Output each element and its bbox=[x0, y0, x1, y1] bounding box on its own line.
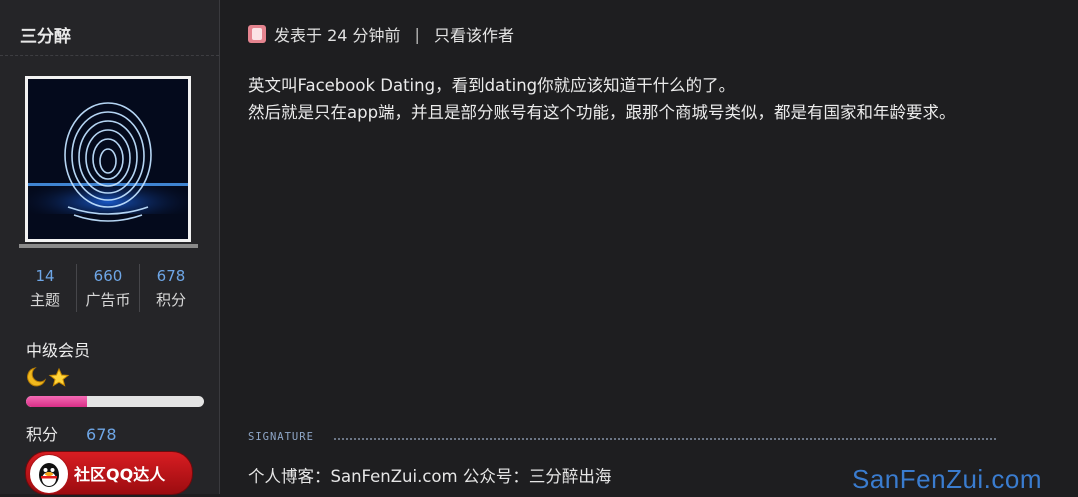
fingerprint-icon bbox=[28, 79, 188, 239]
level-progress-fill bbox=[26, 396, 87, 407]
level-progress-bar bbox=[26, 396, 204, 407]
avatar-underline bbox=[19, 244, 198, 248]
moon-icon bbox=[27, 367, 47, 387]
post-line: 然后就是只在app端，并且是部分账号有这个功能，跟那个商城号类似，都是有国家和年… bbox=[248, 103, 956, 122]
stat-label: 主题 bbox=[29, 291, 60, 309]
user-rank[interactable]: 中级会员 bbox=[26, 337, 90, 361]
stat-topics[interactable]: 14 主题 bbox=[14, 264, 76, 312]
signature-label: SIGNATURE bbox=[248, 431, 314, 443]
star-icon bbox=[48, 367, 70, 387]
signature-divider bbox=[334, 438, 996, 440]
post-header: 发表于 24 分钟前 | 只看该作者 bbox=[248, 22, 514, 46]
stat-value: 660 bbox=[93, 267, 123, 285]
stat-label: 积分 bbox=[155, 291, 186, 309]
points-label: 积分 bbox=[26, 425, 59, 444]
user-sidebar: 三分醉 14 主题 660 广告币 678 积分 中级会员 积分 678 社区Q… bbox=[0, 0, 220, 495]
post-content: 英文叫Facebook Dating，看到dating你就应该知道干什么的了。 … bbox=[248, 72, 956, 126]
username-link[interactable]: 三分醉 bbox=[20, 22, 71, 47]
signature-text: 个人博客：SanFenZui.com 公众号：三分醉出海 bbox=[248, 467, 612, 486]
points-value: 678 bbox=[86, 425, 117, 444]
rank-badges bbox=[25, 366, 73, 388]
stat-label: 广告币 bbox=[85, 291, 131, 309]
user-stats: 14 主题 660 广告币 678 积分 bbox=[14, 264, 202, 312]
post-time: 发表于 24 分钟前 bbox=[274, 26, 401, 45]
divider bbox=[0, 55, 219, 56]
header-separator: | bbox=[414, 24, 420, 44]
points-row: 积分 678 bbox=[26, 421, 117, 445]
qq-button-label: 社区QQ达人 bbox=[74, 465, 166, 484]
only-author-link[interactable]: 只看该作者 bbox=[434, 22, 514, 46]
qq-expert-button[interactable]: 社区QQ达人 bbox=[25, 451, 193, 495]
stat-value: 14 bbox=[35, 267, 55, 285]
stat-value: 678 bbox=[156, 267, 186, 285]
post-author-icon bbox=[248, 25, 266, 43]
qq-penguin-icon bbox=[29, 454, 69, 494]
avatar[interactable] bbox=[25, 76, 191, 242]
stat-ad-coins[interactable]: 660 广告币 bbox=[76, 264, 139, 312]
post-line: 英文叫Facebook Dating，看到dating你就应该知道干什么的了。 bbox=[248, 76, 736, 95]
watermark: SanFenZui.com bbox=[852, 464, 1043, 494]
stat-points[interactable]: 678 积分 bbox=[139, 264, 202, 312]
